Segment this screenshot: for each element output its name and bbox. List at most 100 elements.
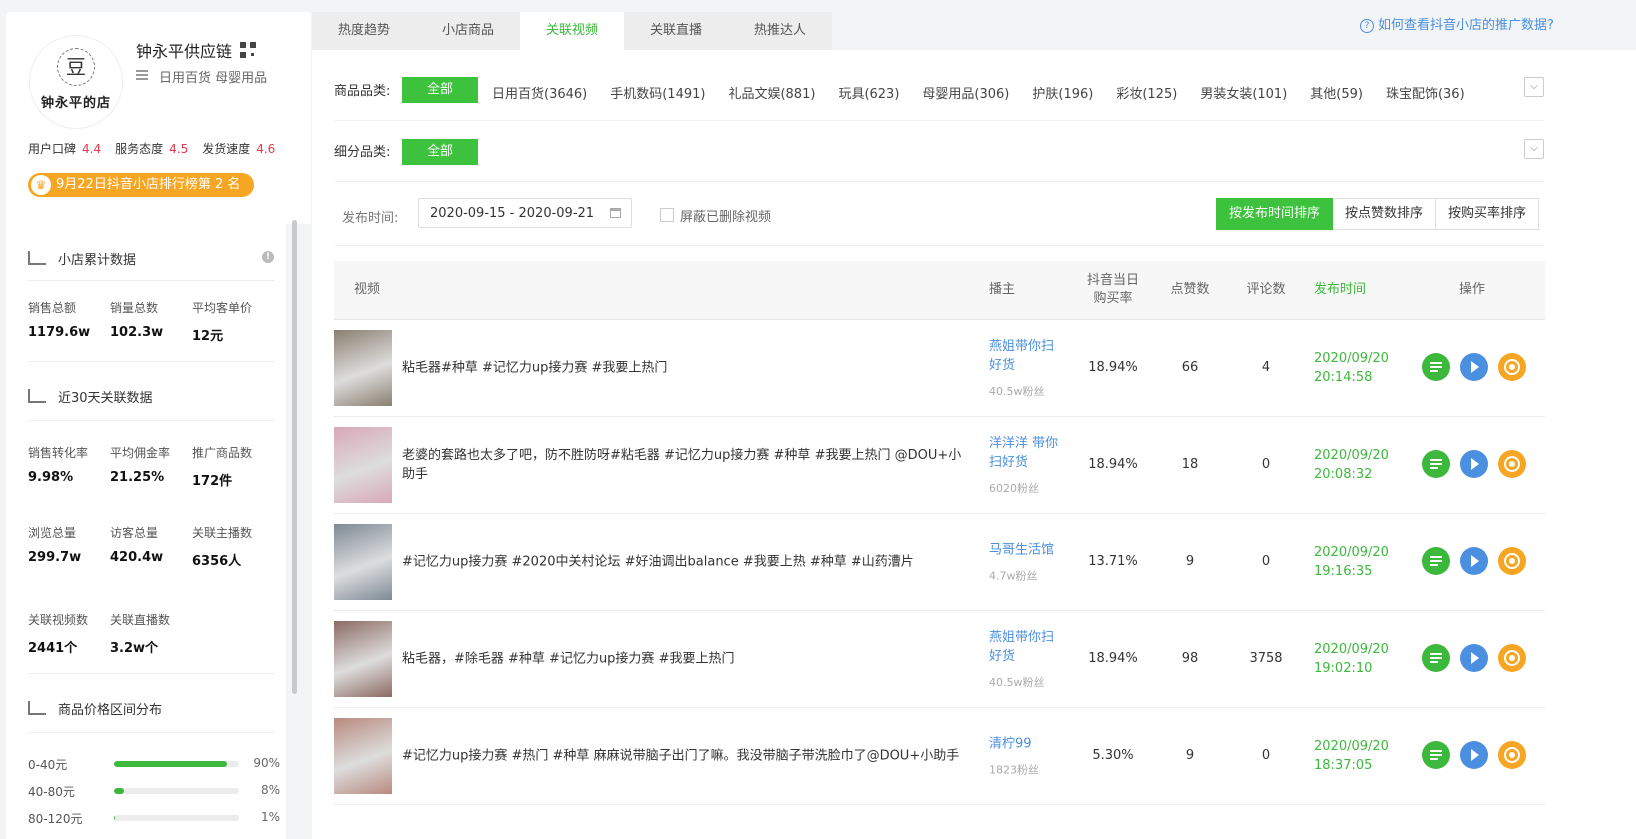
score-item: 发货速度 4.6 bbox=[202, 142, 276, 156]
play-icon[interactable] bbox=[1460, 644, 1488, 672]
sub-category-all-button[interactable]: 全部 bbox=[402, 139, 478, 165]
table-row[interactable]: #记忆力up接力赛 #2020中关村论坛 #好油调出balance #我要上热 … bbox=[334, 514, 1545, 611]
anchor-fans: 6020粉丝 bbox=[989, 482, 1039, 495]
category-list: 日用百货(3646) 手机数码(1491) 礼品文娱(881) 玩具(623) … bbox=[492, 83, 1488, 102]
category-item[interactable]: 手机数码(1491) bbox=[610, 83, 705, 102]
col-comments[interactable]: 评论数 bbox=[1236, 261, 1296, 319]
anchor-info: 马哥生活馆 4.7w粉丝 bbox=[989, 541, 1079, 584]
video-title[interactable]: #记忆力up接力赛 #2020中关村论坛 #好油调出balance #我要上热 … bbox=[402, 553, 972, 572]
play-icon[interactable] bbox=[1460, 353, 1488, 381]
target-icon[interactable] bbox=[1498, 644, 1526, 672]
table-row[interactable]: 粘毛器，#除毛器 #种草 #记忆力up接力赛 #我要上热门 燕姐带你扫 好货 40.… bbox=[334, 611, 1545, 708]
shop-name: 钟永平供应链 bbox=[136, 42, 233, 61]
divider bbox=[28, 361, 274, 362]
category-item[interactable]: 护肤(196) bbox=[1032, 83, 1093, 102]
publish-time: 2020/09/20 19:16:35 bbox=[1314, 545, 1389, 579]
play-icon[interactable] bbox=[1460, 547, 1488, 575]
divider bbox=[28, 280, 274, 281]
bar-icon bbox=[28, 701, 46, 715]
video-thumbnail[interactable] bbox=[334, 427, 392, 503]
publish-time: 2020/09/20 20:14:58 bbox=[1314, 351, 1389, 385]
rank-badge-text: 9月22日抖音小店排行榜第 2 名 bbox=[56, 177, 241, 192]
video-thumbnail[interactable] bbox=[334, 621, 392, 697]
category-item[interactable]: 礼品文娱(881) bbox=[728, 83, 815, 102]
sort-by-likes-button[interactable]: 按点赞数排序 bbox=[1333, 198, 1437, 230]
table-row[interactable]: #记忆力up接力赛 #热门 #种草 麻麻说带脑子出门了嘛。我没带脑子带洗脸巾了@… bbox=[334, 708, 1545, 805]
col-video: 视频 bbox=[354, 282, 381, 297]
purchase-rate: 18.94% bbox=[1088, 360, 1138, 375]
comment-count: 4 bbox=[1261, 360, 1271, 375]
sort-by-time-button[interactable]: 按发布时间排序 bbox=[1216, 198, 1334, 230]
video-title[interactable]: 老婆的套路也太多了吧，防不胜防呀#粘毛器 #记忆力up接力赛 #种草 #我要上热… bbox=[402, 446, 972, 484]
video-thumbnail[interactable] bbox=[334, 524, 392, 600]
category-item[interactable]: 玩具(623) bbox=[838, 83, 899, 102]
anchor-info: 清柠99 1823粉丝 bbox=[989, 735, 1079, 778]
chevron-down-icon[interactable]: ⌵ bbox=[1524, 77, 1544, 97]
stat-videos: 关联视频数 2441个 bbox=[28, 613, 89, 656]
divider bbox=[28, 420, 274, 421]
video-title[interactable]: #记忆力up接力赛 #热门 #种草 麻麻说带脑子出门了嘛。我没带脑子带洗脸巾了@… bbox=[402, 747, 972, 766]
anchor-name[interactable]: 燕姐带你扫 好货 bbox=[989, 337, 1079, 375]
hide-deleted-checkbox[interactable]: 屏蔽已删除视频 bbox=[660, 206, 771, 225]
stat-visitors: 访客总量 420.4w bbox=[110, 526, 164, 565]
detail-icon[interactable] bbox=[1422, 741, 1450, 769]
tab-products[interactable]: 小店商品 bbox=[416, 12, 520, 50]
play-icon[interactable] bbox=[1460, 450, 1488, 478]
tab-videos[interactable]: 关联视频 bbox=[520, 12, 624, 50]
detail-icon[interactable] bbox=[1422, 353, 1450, 381]
comment-count: 0 bbox=[1261, 554, 1271, 569]
detail-icon[interactable] bbox=[1422, 644, 1450, 672]
video-thumbnail[interactable] bbox=[334, 718, 392, 794]
detail-icon[interactable] bbox=[1422, 547, 1450, 575]
category-item[interactable]: 男装女装(101) bbox=[1200, 83, 1287, 102]
tab-trend[interactable]: 热度趋势 bbox=[312, 12, 416, 50]
video-thumbnail[interactable] bbox=[334, 330, 392, 406]
anchor-name[interactable]: 清柠99 bbox=[989, 735, 1079, 754]
help-link[interactable]: ? 如何查看抖音小店的推广数据? bbox=[1360, 14, 1554, 33]
table-row[interactable]: 粘毛器#种草 #记忆力up接力赛 #我要上热门 燕姐带你扫 好货 40.5w粉丝 1… bbox=[334, 320, 1545, 417]
qr-code-icon[interactable] bbox=[240, 42, 256, 58]
category-item[interactable]: 日用百货(3646) bbox=[492, 83, 587, 102]
anchor-name[interactable]: 马哥生活馆 bbox=[989, 541, 1079, 560]
shop-scores: 用户口碑 4.4 服务态度 4.5 发货速度 4.6 bbox=[28, 140, 275, 157]
chevron-down-icon[interactable]: ⌵ bbox=[1524, 139, 1544, 159]
score-item: 用户口碑 4.4 bbox=[28, 142, 102, 156]
like-count: 66 bbox=[1181, 360, 1199, 375]
col-rate: 抖音当日 购买率 bbox=[1086, 273, 1139, 306]
divider bbox=[334, 181, 1544, 182]
table-row[interactable]: 老婆的套路也太多了吧，防不胜防呀#粘毛器 #记忆力up接力赛 #种草 #我要上热… bbox=[334, 417, 1545, 514]
target-icon[interactable] bbox=[1498, 450, 1526, 478]
stat-lives: 关联直播数 3.2w个 bbox=[110, 613, 171, 656]
anchor-name[interactable]: 燕姐带你扫 好货 bbox=[989, 628, 1079, 666]
col-time[interactable]: 发布时间 bbox=[1314, 261, 1366, 319]
category-item[interactable]: 母婴用品(306) bbox=[922, 83, 1009, 102]
shop-categories: 日用百货 母婴用品 bbox=[159, 71, 268, 86]
tab-lives[interactable]: 关联直播 bbox=[624, 12, 728, 50]
row-actions bbox=[1422, 547, 1526, 575]
anchor-name[interactable]: 洋洋洋 带你 扫好货 bbox=[989, 434, 1079, 472]
date-range-input[interactable]: 2020-09-15 - 2020-09-21 bbox=[418, 198, 632, 228]
crown-icon: ♛ bbox=[31, 175, 51, 195]
target-icon[interactable] bbox=[1498, 353, 1526, 381]
category-all-button[interactable]: 全部 bbox=[402, 77, 478, 103]
play-icon[interactable] bbox=[1460, 741, 1488, 769]
detail-icon[interactable] bbox=[1422, 450, 1450, 478]
category-item[interactable]: 珠宝配饰(36) bbox=[1386, 83, 1465, 102]
anchor-fans: 4.7w粉丝 bbox=[989, 569, 1038, 583]
category-item[interactable]: 其他(59) bbox=[1310, 83, 1363, 102]
sidebar-scrollbar[interactable] bbox=[292, 220, 297, 694]
checkbox[interactable] bbox=[660, 208, 674, 222]
video-title[interactable]: 粘毛器#种草 #记忆力up接力赛 #我要上热门 bbox=[402, 359, 972, 378]
rank-badge[interactable]: ♛ 9月22日抖音小店排行榜第 2 名 bbox=[28, 173, 255, 197]
col-likes[interactable]: 点赞数 bbox=[1160, 261, 1220, 319]
info-icon[interactable]: ! bbox=[262, 251, 274, 263]
tab-influencers[interactable]: 热推达人 bbox=[728, 12, 832, 50]
row-actions bbox=[1422, 644, 1526, 672]
video-title[interactable]: 粘毛器，#除毛器 #种草 #记忆力up接力赛 #我要上热门 bbox=[402, 650, 972, 669]
sort-by-rate-button[interactable]: 按购买率排序 bbox=[1436, 198, 1540, 230]
section-title-recent30: 近30天关联数据 bbox=[28, 387, 153, 406]
target-icon[interactable] bbox=[1498, 741, 1526, 769]
target-icon[interactable] bbox=[1498, 547, 1526, 575]
category-item[interactable]: 彩妆(125) bbox=[1116, 83, 1177, 102]
stat-anchors: 关联主播数 6356人 bbox=[192, 526, 253, 569]
